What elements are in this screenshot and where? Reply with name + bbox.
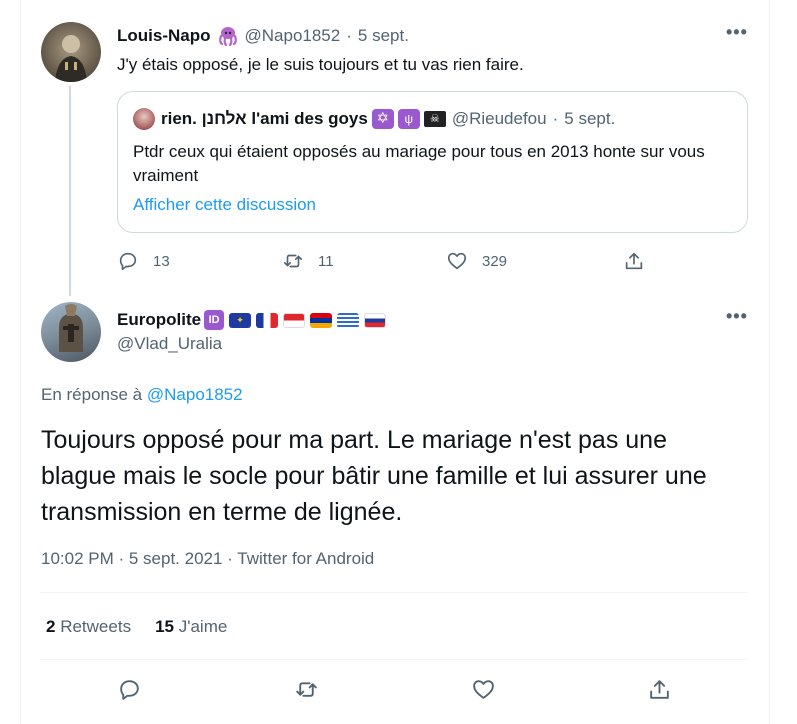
retweet-count: 11 bbox=[318, 252, 334, 270]
share-icon bbox=[650, 680, 669, 699]
quote-avatar bbox=[133, 108, 155, 130]
star-of-david-icon: ✡ bbox=[371, 109, 394, 129]
tweet1-like-button[interactable]: 329 bbox=[446, 250, 507, 272]
reply-to-link[interactable]: @Napo1852 bbox=[147, 385, 243, 404]
eu-flag-icon: ✦ bbox=[229, 312, 252, 328]
tweet2-more-icon[interactable]: ••• bbox=[726, 306, 748, 327]
tweet1-retweet-button[interactable]: 11 bbox=[282, 250, 334, 272]
tweet2-reply-button[interactable] bbox=[117, 677, 142, 702]
thread-connector bbox=[69, 86, 71, 296]
portrait-icon bbox=[55, 35, 87, 82]
heart-icon bbox=[447, 252, 467, 270]
quote-date: 5 sept. bbox=[564, 109, 616, 128]
quote-header: rien. אלחנן l'ami des goys ✡ ψ ☠ @Rieude… bbox=[133, 108, 615, 130]
tweet1-header: Louis-Napo @Napo1852 · 5 sept. bbox=[117, 25, 409, 47]
share-icon bbox=[625, 252, 643, 270]
monaco-flag-icon bbox=[283, 312, 306, 328]
tweet2-share-button[interactable] bbox=[647, 677, 672, 702]
tweet1-display-name[interactable]: Louis-Napo bbox=[117, 26, 211, 46]
russia-flag-icon bbox=[364, 312, 387, 328]
retweets-label: Retweets bbox=[60, 617, 132, 636]
tweet1-more-icon[interactable]: ••• bbox=[726, 22, 748, 43]
tweet2-retweet-button[interactable] bbox=[294, 677, 319, 702]
quoted-tweet-card[interactable]: rien. אלחנן l'ami des goys ✡ ψ ☠ @Rieude… bbox=[117, 91, 748, 233]
octopus-icon bbox=[217, 26, 239, 47]
reply-prefix: En réponse à bbox=[41, 385, 143, 404]
likes-stat[interactable]: 15 J'aime bbox=[155, 617, 227, 637]
tweet1-handle[interactable]: @Napo1852 bbox=[245, 26, 341, 46]
avatar-louis-napo[interactable] bbox=[41, 22, 101, 82]
tweet1-reply-button[interactable]: 13 bbox=[117, 250, 170, 272]
likes-label: J'aime bbox=[178, 617, 228, 636]
quote-display-name: rien. אלחנן l'ami des goys bbox=[161, 109, 368, 128]
tweet2-display-name[interactable]: Europolite bbox=[117, 310, 201, 330]
retweet-icon bbox=[296, 682, 317, 697]
tweet2-header: Europolite ID ✦ bbox=[117, 309, 387, 331]
reply-count: 13 bbox=[153, 252, 170, 270]
reply-context: En réponse à @Napo1852 bbox=[41, 385, 243, 405]
quote-dot: · bbox=[552, 109, 559, 128]
tweet1-share-button[interactable] bbox=[623, 250, 645, 272]
id-badge-icon: ID bbox=[204, 310, 225, 330]
quote-handle: @Rieudefou bbox=[451, 109, 547, 128]
heart-icon bbox=[473, 680, 494, 699]
france-flag-icon bbox=[256, 312, 279, 328]
tweet1-dot: · bbox=[346, 26, 352, 45]
like-count: 329 bbox=[482, 252, 508, 270]
retweets-stat[interactable]: 2 Retweets bbox=[46, 617, 131, 637]
menorah-icon: ψ bbox=[397, 109, 420, 129]
tweet1-text: J'y étais opposé, je le suis toujours et… bbox=[117, 55, 524, 74]
tweet1-date[interactable]: 5 sept. bbox=[358, 26, 409, 46]
tweet2-text: Toujours opposé pour ma part. Le mariage… bbox=[41, 426, 707, 526]
quote-text: Ptdr ceux qui étaient opposés au mariage… bbox=[133, 142, 705, 185]
show-thread-link[interactable]: Afficher cette discussion bbox=[133, 195, 316, 215]
pirate-flag-icon: ☠ bbox=[423, 111, 446, 127]
retweets-count: 2 bbox=[46, 617, 56, 636]
tweet2-stats: 2 Retweets 15 J'aime bbox=[46, 617, 227, 637]
tweet2-meta[interactable]: 10:02 PM · 5 sept. 2021 · Twitter for An… bbox=[41, 549, 374, 569]
reply-icon bbox=[119, 252, 137, 271]
tweet2-like-button[interactable] bbox=[471, 677, 496, 702]
likes-count: 15 bbox=[155, 617, 174, 636]
divider bbox=[40, 592, 748, 593]
avatar-europolite[interactable] bbox=[41, 302, 101, 362]
retweet-icon bbox=[283, 254, 303, 268]
greece-flag-icon bbox=[337, 312, 360, 328]
reply-icon bbox=[120, 680, 139, 700]
divider bbox=[40, 659, 748, 660]
armenia-flag-icon bbox=[310, 312, 333, 328]
tweet2-handle[interactable]: @Vlad_Uralia bbox=[117, 334, 222, 354]
helmet-icon bbox=[59, 304, 83, 352]
